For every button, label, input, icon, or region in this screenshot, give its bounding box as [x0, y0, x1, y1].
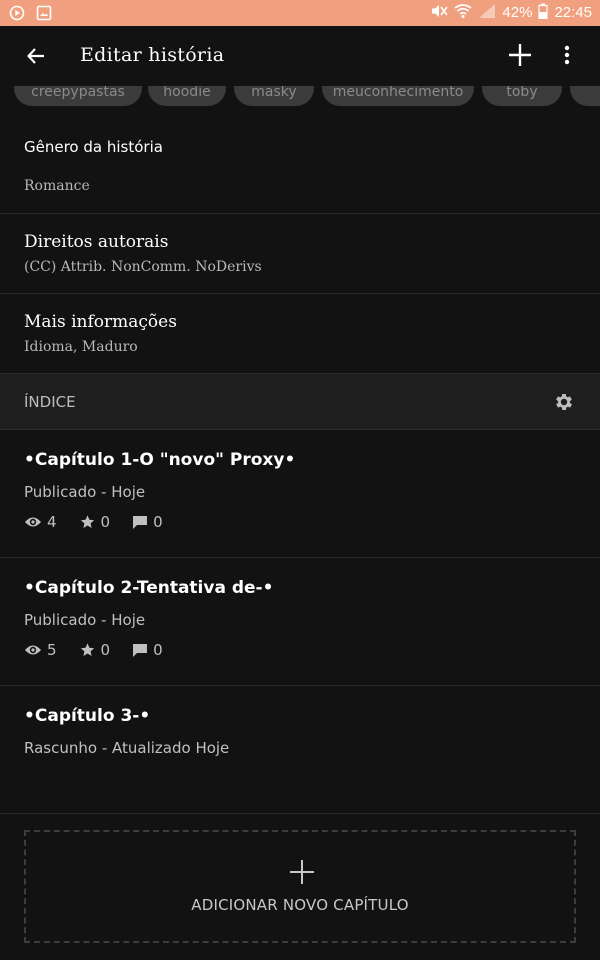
- chapter-status: Publicado - Hoje: [24, 611, 146, 629]
- star-icon: [80, 643, 94, 656]
- play-circle-icon: [8, 4, 25, 21]
- chapter-item[interactable]: •Capítulo 2-Tentativa de-• Publicado - H…: [0, 558, 600, 686]
- genre-section[interactable]: Gênero da história Romance: [0, 110, 600, 214]
- tag-chip[interactable]: hoodie: [148, 86, 226, 106]
- battery-percent: 42%: [502, 4, 533, 21]
- comment-icon: [133, 515, 148, 529]
- tag-chip[interactable]: masky: [234, 86, 314, 106]
- copyright-value: (CC) Attrib. NonComm. NoDerivs: [24, 259, 262, 275]
- clock: 22:45: [554, 4, 592, 21]
- plus-icon: [509, 44, 531, 66]
- eye-icon: [25, 645, 41, 655]
- add-chapter-button[interactable]: ADICIONAR NOVO CAPÍTULO: [24, 830, 576, 943]
- comment-icon: [133, 643, 148, 657]
- add-button[interactable]: [505, 40, 535, 70]
- tag-chip[interactable]: creepypastas: [14, 86, 142, 106]
- more-options-button[interactable]: [556, 40, 578, 70]
- index-header: ÍNDICE: [0, 374, 600, 430]
- page-title: Editar história: [80, 44, 225, 66]
- genre-value: Romance: [24, 178, 90, 194]
- chapter-status: Publicado - Hoje: [24, 483, 146, 501]
- tag-chip[interactable]: [570, 86, 600, 106]
- index-label: ÍNDICE: [24, 393, 76, 411]
- add-chapter-label: ADICIONAR NOVO CAPÍTULO: [191, 896, 409, 914]
- votes-count: 0: [100, 641, 111, 659]
- more-info-value: Idioma, Maduro: [24, 339, 138, 355]
- chapter-title: •Capítulo 3-•: [24, 706, 151, 726]
- star-icon: [80, 515, 94, 528]
- signal-icon: [478, 3, 496, 23]
- battery-icon: [538, 3, 549, 23]
- comments-count: 0: [153, 641, 163, 659]
- chapter-title: •Capítulo 1-O "novo" Proxy•: [24, 450, 296, 470]
- chapter-stats: 5 0 0: [24, 641, 185, 659]
- views-count: 4: [47, 513, 57, 531]
- wifi-icon: [454, 3, 472, 23]
- back-button[interactable]: [22, 42, 50, 70]
- chapter-status: Rascunho - Atualizado Hoje: [24, 739, 230, 757]
- copyright-title: Direitos autorais: [24, 232, 169, 252]
- tags-row: creepypastas hoodie masky meuconheciment…: [0, 86, 600, 110]
- votes-count: 0: [100, 513, 111, 531]
- gear-icon: [556, 394, 572, 410]
- genre-title: Gênero da história: [24, 138, 163, 156]
- more-info-title: Mais informações: [24, 312, 177, 332]
- mute-icon: [430, 3, 449, 23]
- chapter-title: •Capítulo 2-Tentativa de-•: [24, 578, 274, 598]
- status-bar: 42% 22:45: [0, 0, 600, 26]
- comments-count: 0: [153, 513, 163, 531]
- chapter-item[interactable]: •Capítulo 1-O "novo" Proxy• Publicado - …: [0, 430, 600, 558]
- eye-icon: [25, 517, 41, 527]
- views-count: 5: [47, 641, 57, 659]
- more-info-section[interactable]: Mais informações Idioma, Maduro: [0, 294, 600, 374]
- index-settings-button[interactable]: [552, 390, 576, 414]
- arrow-back-icon: [27, 48, 44, 64]
- tag-chip[interactable]: meuconhecimento: [322, 86, 474, 106]
- image-icon: [35, 4, 52, 21]
- chapter-stats: 4 0 0: [24, 513, 185, 531]
- app-bar: Editar história: [0, 26, 600, 86]
- chapter-item[interactable]: •Capítulo 3-• Rascunho - Atualizado Hoje: [0, 686, 600, 814]
- tag-chip[interactable]: toby: [482, 86, 562, 106]
- copyright-section[interactable]: Direitos autorais (CC) Attrib. NonComm. …: [0, 214, 600, 294]
- more-vert-icon: [564, 45, 570, 65]
- plus-icon: [290, 860, 314, 884]
